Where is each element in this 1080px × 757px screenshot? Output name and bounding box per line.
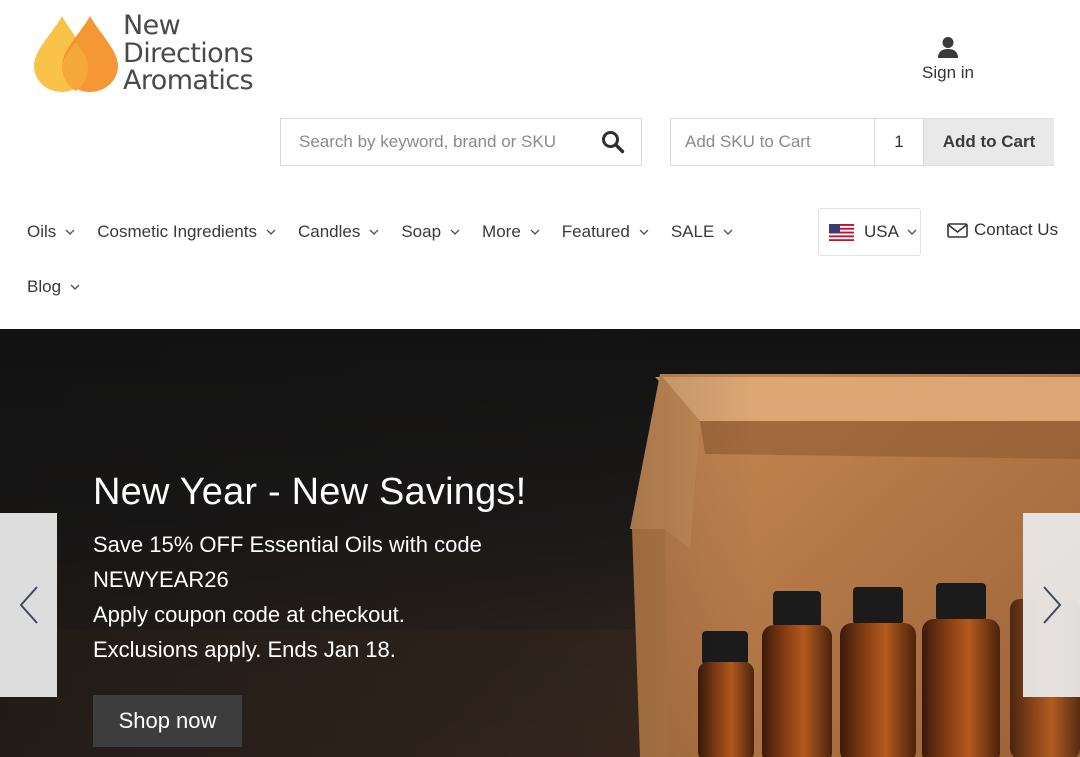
brand-line-1: New [123, 10, 181, 41]
main-nav-row-2: Blog [27, 275, 102, 299]
user-icon [938, 37, 958, 58]
contact-us-label: Contact Us [974, 220, 1059, 239]
nav-item-label: Oils [27, 222, 57, 241]
region-selector[interactable]: USA [818, 208, 921, 256]
chevron-right-icon [1042, 586, 1061, 624]
chevron-down-icon [70, 284, 80, 290]
contact-us-link[interactable]: Contact Us [947, 220, 1058, 240]
nav-item-oils[interactable]: Oils [27, 220, 75, 244]
brand-line-2: Directions [123, 37, 254, 69]
brand-logo[interactable]: New Directions Aromatics [32, 12, 272, 96]
hero-line-1: Save 15% OFF Essential Oils with code [93, 532, 482, 557]
chevron-down-icon [639, 229, 649, 235]
hero-line-2: NEWYEAR26 [93, 567, 229, 592]
nav-item-candles[interactable]: Candles [298, 220, 379, 244]
quantity-input[interactable]: 1 [874, 118, 924, 166]
nav-item-cosmetic-ingredients[interactable]: Cosmetic Ingredients [97, 220, 276, 244]
nav-item-label: Blog [27, 277, 62, 296]
search-icon [602, 131, 625, 154]
hero-carousel: New Year - New Savings! Save 15% OFF Ess… [0, 329, 1080, 757]
brand-name: New Directions Aromatics [123, 10, 254, 96]
chevron-down-icon [723, 229, 733, 235]
carousel-next-button[interactable] [1023, 513, 1080, 697]
shop-now-button[interactable]: Shop now [93, 695, 242, 747]
us-flag-icon [829, 223, 854, 241]
sku-input[interactable] [671, 119, 874, 165]
nav-item-label: Candles [297, 222, 361, 241]
nav-item-label: Soap [401, 222, 442, 241]
main-nav: Oils Cosmetic Ingredients Candles Soap M… [27, 220, 755, 244]
chevron-down-icon [530, 229, 540, 235]
chevron-down-icon [369, 229, 379, 235]
region-label: USA [864, 222, 899, 241]
search-bar [280, 118, 642, 166]
hero-copy: New Year - New Savings! Save 15% OFF Ess… [93, 469, 526, 667]
nav-item-label: SALE [670, 222, 715, 241]
carousel-prev-button[interactable] [0, 513, 57, 697]
chevron-left-icon [19, 586, 38, 624]
sign-in-label: Sign in [922, 63, 974, 82]
nav-item-label: Featured [561, 222, 630, 241]
nav-item-more[interactable]: More [482, 220, 540, 244]
brand-line-3: Aromatics [123, 65, 254, 96]
oil-drops-logo-icon [34, 16, 118, 92]
sign-in-button[interactable]: Sign in [912, 36, 984, 86]
hero-subtext: Save 15% OFF Essential Oils with code NE… [93, 527, 526, 667]
chevron-down-icon [450, 229, 460, 235]
nav-item-blog[interactable]: Blog [27, 275, 80, 299]
search-button[interactable] [585, 119, 641, 165]
nav-item-soap[interactable]: Soap [401, 220, 460, 244]
chevron-down-icon [907, 229, 917, 235]
search-input[interactable] [281, 119, 585, 165]
nav-item-featured[interactable]: Featured [562, 220, 649, 244]
add-to-cart-button[interactable]: Add to Cart [924, 118, 1054, 166]
chevron-down-icon [65, 229, 75, 235]
nav-item-sale[interactable]: SALE [671, 220, 733, 244]
nav-item-label: Cosmetic Ingredients [97, 222, 257, 241]
sku-field-wrapper [670, 118, 874, 166]
hero-line-4: Exclusions apply. Ends Jan 18. [93, 637, 396, 662]
envelope-icon [947, 222, 968, 238]
nav-item-label: More [482, 222, 521, 241]
hero-line-3: Apply coupon code at checkout. [93, 602, 405, 627]
chevron-down-icon [266, 229, 276, 235]
quick-add-sku: 1 Add to Cart [670, 118, 1054, 166]
hero-title: New Year - New Savings! [93, 471, 527, 513]
